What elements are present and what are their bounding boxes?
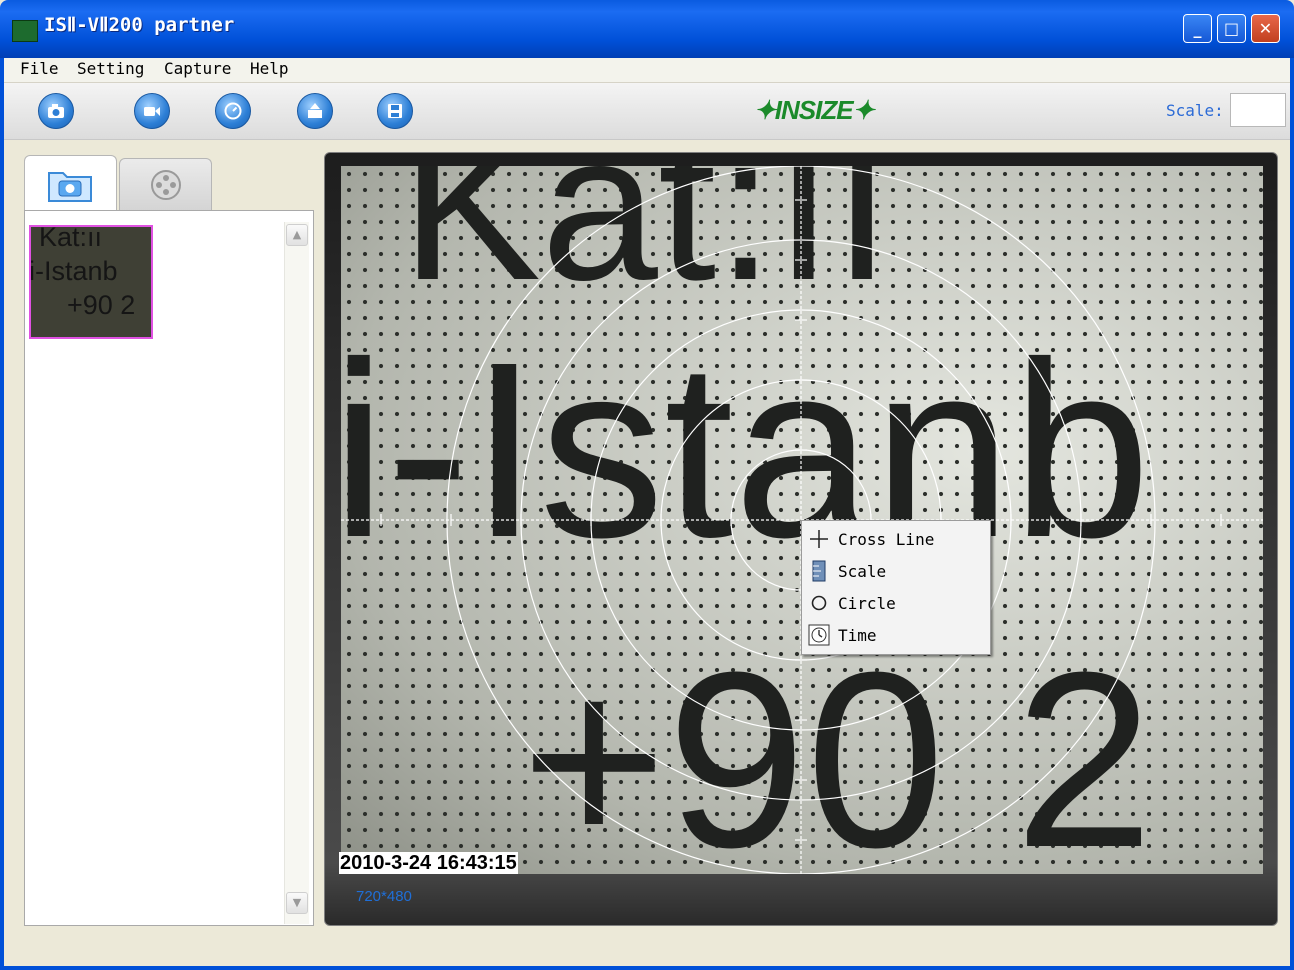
menu-item-cross-line[interactable]: Cross Line [808,524,984,554]
window-border-bottom [0,966,1294,970]
resolution-label: 720*480 [356,888,412,905]
export-icon [308,103,322,118]
camera-folder-icon [47,172,92,202]
clock-icon [224,102,242,120]
menu-item-label: Cross Line [838,529,935,549]
scale-input[interactable] [1230,93,1286,127]
menu-item-circle[interactable]: Circle [808,588,984,618]
tab-video-reel[interactable] [119,158,212,211]
menu-item-scale[interactable]: Scale [808,556,984,586]
clock-icon [808,624,830,646]
circle-icon [808,592,830,614]
menu-capture[interactable]: Capture [164,59,231,78]
timer-button[interactable] [215,93,251,129]
window-border-right [1290,58,1294,970]
brand-logo: ✦INSIZE✦ [754,95,874,125]
video-camera-icon [144,107,160,116]
close-button[interactable]: ✕ [1251,14,1280,43]
thumbnail-text-line: i-Istanb [29,256,118,286]
app-icon [12,20,38,42]
film-reel-icon [150,170,181,200]
overlay-context-menu: Cross Line Scale Circle Time [801,520,991,655]
window-title: ISⅡ-VⅡ200 partner [44,14,235,36]
minimize-button[interactable]: _ [1183,14,1212,43]
title-bar: ISⅡ-VⅡ200 partner _ □ ✕ [0,0,1294,58]
maximize-button[interactable]: □ [1217,14,1246,43]
menu-bar: File Setting Capture Help [4,58,1290,83]
menu-item-label: Time [838,625,877,645]
camera-icon [48,104,64,118]
ruler-icon [808,560,830,582]
menu-file[interactable]: File [20,59,59,78]
tab-photos[interactable] [24,155,117,212]
scroll-down-arrow-icon[interactable]: ▼ [286,892,308,914]
toolbar: ✦INSIZE✦ Scale: [4,83,1290,140]
menu-item-time[interactable]: Time [808,620,984,650]
scale-label: Scale: [1166,101,1224,120]
menu-item-label: Scale [838,561,887,581]
thumbnail-scrollbar[interactable]: ▲ ▼ [284,222,309,924]
floppy-disk-icon [388,104,402,118]
menu-setting[interactable]: Setting [77,59,144,78]
capture-thumbnail[interactable]: Kat:ıı i-Istanb +90 2 [29,225,153,339]
export-button[interactable] [297,93,333,129]
menu-item-label: Circle [838,593,896,613]
menu-help[interactable]: Help [250,59,289,78]
capture-timestamp: 2010-3-24 16:43:15 [339,852,518,874]
save-button[interactable] [377,93,413,129]
crosshair-icon [808,528,830,550]
camera-capture-button[interactable] [38,93,74,129]
thumbnail-panel: Kat:ıı i-Istanb +90 2 [24,210,314,926]
status-bar [4,934,1290,966]
thumbnail-text-line: Kat:ıı [39,225,103,252]
thumbnail-text-line: +90 2 [67,290,136,320]
video-record-button[interactable] [134,93,170,129]
scroll-up-arrow-icon[interactable]: ▲ [286,224,308,246]
window-border-left [0,58,4,970]
